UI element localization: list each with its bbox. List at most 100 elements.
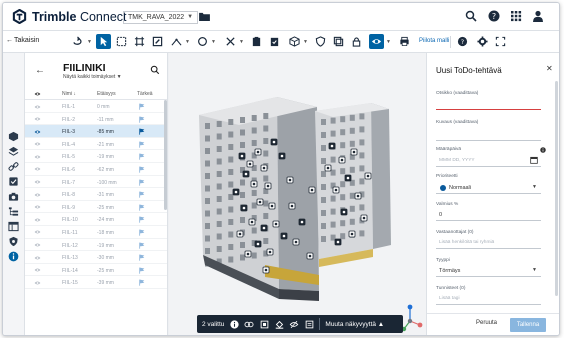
visibility-eye-icon[interactable] bbox=[34, 192, 41, 198]
cancel-button[interactable]: Peruuta bbox=[476, 320, 497, 326]
flag-icon[interactable] bbox=[139, 242, 145, 249]
save-button[interactable]: Tallenna bbox=[510, 318, 546, 332]
table-row[interactable]: FIIL-3 -85 mm bbox=[25, 125, 167, 138]
clash-marker-icon[interactable] bbox=[260, 224, 268, 232]
visibility-eye-icon[interactable] bbox=[34, 242, 41, 248]
chevron-down-icon[interactable]: ▼ bbox=[185, 39, 190, 45]
fullscreen-tool-button[interactable] bbox=[493, 34, 508, 49]
clash-marker-icon[interactable] bbox=[270, 138, 278, 146]
flag-icon[interactable] bbox=[139, 116, 145, 123]
clash-marker-icon[interactable] bbox=[278, 152, 286, 160]
orbit-tool-button[interactable] bbox=[70, 34, 85, 49]
calendar-icon[interactable] bbox=[530, 156, 538, 164]
visibility-eye-icon[interactable] bbox=[34, 267, 41, 273]
properties-icon[interactable] bbox=[304, 319, 314, 329]
clash-marker-icon[interactable] bbox=[232, 188, 240, 196]
measure-tool-button[interactable] bbox=[169, 34, 184, 49]
list-scrollbar[interactable] bbox=[164, 100, 167, 210]
chevron-down-icon[interactable]: ▼ bbox=[239, 39, 244, 45]
column-header-name[interactable]: Nimi ↓ bbox=[62, 91, 76, 97]
table-icon[interactable] bbox=[8, 221, 19, 232]
list-back-arrow-icon[interactable]: ← bbox=[35, 65, 45, 76]
flag-icon[interactable] bbox=[139, 166, 145, 173]
layers-stack-icon[interactable] bbox=[8, 146, 19, 157]
visibility-eye-icon[interactable] bbox=[34, 154, 41, 160]
column-header-priority[interactable]: Tärkeä bbox=[137, 91, 153, 97]
visibility-eye-icon[interactable] bbox=[34, 141, 41, 147]
object-tool-button[interactable] bbox=[287, 34, 302, 49]
priority-select[interactable]: Normaali ▼ bbox=[436, 181, 541, 194]
clash-marker-icon[interactable] bbox=[262, 266, 270, 274]
progress-input[interactable]: 0 bbox=[436, 208, 541, 221]
title-input[interactable] bbox=[436, 97, 541, 110]
visibility-eye-icon[interactable] bbox=[34, 179, 41, 185]
table-row[interactable]: FIIL-9 -25 mm bbox=[25, 201, 167, 214]
flag-icon[interactable] bbox=[139, 267, 145, 274]
camera-icon[interactable] bbox=[8, 191, 19, 202]
table-row[interactable]: FIIL-14 -25 mm bbox=[25, 264, 167, 277]
visibility-eye-icon[interactable] bbox=[34, 255, 41, 261]
fit-to-view-icon[interactable] bbox=[259, 319, 269, 329]
table-row[interactable]: FIIL-1 0 mm bbox=[25, 100, 167, 113]
clash-marker-icon[interactable] bbox=[292, 238, 300, 246]
table-row[interactable]: FIIL-5 -19 mm bbox=[25, 150, 167, 163]
table-row[interactable]: FIIL-6 -62 mm bbox=[25, 163, 167, 176]
clash-marker-icon[interactable] bbox=[298, 218, 306, 226]
tags-input[interactable]: Lisää tagi bbox=[436, 292, 541, 305]
search-icon[interactable] bbox=[465, 10, 477, 22]
flag-icon[interactable] bbox=[139, 204, 145, 211]
clash-marker-icon[interactable] bbox=[286, 176, 294, 184]
clash-marker-icon[interactable] bbox=[250, 180, 258, 188]
todo-check-icon[interactable] bbox=[8, 176, 19, 187]
clash-marker-icon[interactable] bbox=[280, 232, 288, 240]
help-tool-button[interactable]: ? bbox=[455, 34, 470, 49]
folder-icon[interactable] bbox=[199, 12, 210, 21]
visibility-eye-icon[interactable] bbox=[34, 204, 41, 210]
chevron-down-icon[interactable]: ▼ bbox=[211, 39, 216, 45]
clash-marker-icon[interactable] bbox=[260, 164, 268, 172]
snapshot-tool-button[interactable] bbox=[267, 34, 282, 49]
visibility-eye-icon[interactable] bbox=[34, 104, 41, 110]
table-row[interactable]: FIIL-2 -11 mm bbox=[25, 113, 167, 126]
flag-icon[interactable] bbox=[139, 254, 145, 261]
type-select[interactable]: Törmäys ▼ bbox=[436, 264, 541, 277]
column-header-distance[interactable]: Etäisyys bbox=[97, 91, 116, 97]
hide-eye-icon[interactable] bbox=[289, 319, 299, 329]
table-row[interactable]: FIIL-8 -31 mm bbox=[25, 188, 167, 201]
clash-marker-icon[interactable] bbox=[254, 240, 262, 248]
section-box-button[interactable] bbox=[114, 34, 129, 49]
lock-tool-button[interactable] bbox=[349, 34, 364, 49]
clash-marker-icon[interactable] bbox=[360, 214, 368, 222]
link-icon[interactable] bbox=[8, 161, 19, 172]
clash-marker-icon[interactable] bbox=[324, 164, 332, 172]
shape-tool-button[interactable] bbox=[195, 34, 210, 49]
tree-list-icon[interactable] bbox=[8, 206, 19, 217]
settings-tool-button[interactable] bbox=[475, 34, 490, 49]
change-visibility-button[interactable]: Muuta näkyvyyttä ▲ bbox=[325, 321, 384, 328]
clash-marker-icon[interactable] bbox=[338, 156, 346, 164]
table-row[interactable]: FIIL-15 -39 mm bbox=[25, 276, 167, 289]
clash-marker-icon[interactable] bbox=[332, 186, 340, 194]
flag-icon[interactable] bbox=[139, 153, 145, 161]
table-row[interactable]: FIIL-4 -21 mm bbox=[25, 138, 167, 151]
flag-icon[interactable] bbox=[139, 191, 145, 198]
building-model[interactable] bbox=[169, 53, 426, 336]
clash-shield-icon[interactable] bbox=[8, 236, 19, 247]
table-row[interactable]: FIIL-10 -24 mm bbox=[25, 213, 167, 226]
close-icon[interactable]: ✕ bbox=[546, 64, 553, 73]
clash-marker-icon[interactable] bbox=[272, 220, 280, 228]
chevron-down-icon[interactable]: ▼ bbox=[303, 39, 308, 45]
table-row[interactable]: FIIL-7 -100 mm bbox=[25, 176, 167, 189]
clash-marker-icon[interactable] bbox=[328, 142, 336, 150]
clash-marker-icon[interactable] bbox=[244, 250, 252, 258]
clash-marker-icon[interactable] bbox=[238, 152, 246, 160]
chevron-down-icon[interactable]: ▼ bbox=[87, 39, 92, 45]
paint-bucket-icon[interactable] bbox=[274, 319, 284, 329]
help-icon[interactable]: ? bbox=[488, 10, 500, 22]
clash-marker-icon[interactable] bbox=[340, 208, 348, 216]
chevron-down-icon[interactable]: ▼ bbox=[386, 39, 391, 45]
clash-marker-icon[interactable] bbox=[236, 230, 244, 238]
info-icon[interactable] bbox=[8, 251, 19, 262]
clash-marker-icon[interactable] bbox=[344, 174, 352, 182]
clash-marker-icon[interactable] bbox=[306, 252, 314, 260]
